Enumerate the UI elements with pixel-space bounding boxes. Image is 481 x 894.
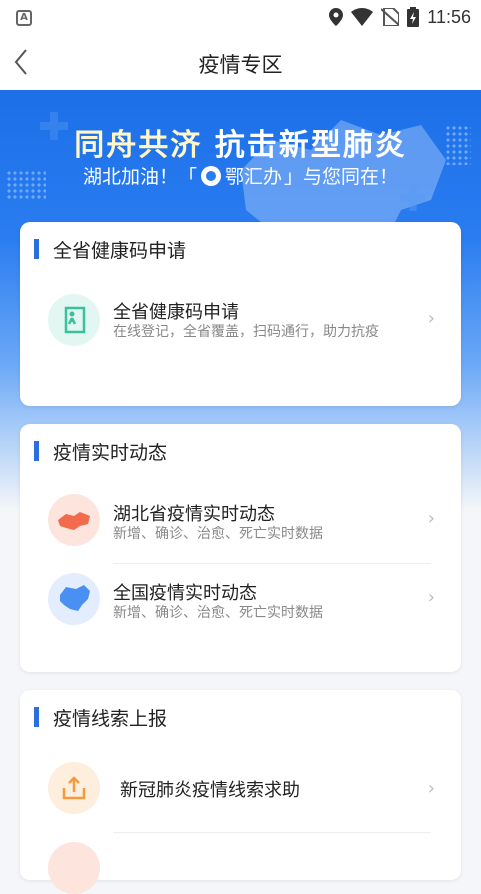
- title-bar: 疫情专区: [0, 34, 481, 90]
- no-sim-icon: [381, 8, 400, 26]
- item-desc: 新增、确诊、治愈、死亡实时数据: [113, 605, 323, 621]
- china-map-icon: [48, 573, 100, 625]
- report-item-partial[interactable]: [20, 842, 461, 894]
- report-item[interactable]: 新冠肺炎疫情线索求助 ›: [20, 762, 461, 818]
- banner-headline: 同舟共济 抗击新型肺炎: [74, 128, 407, 163]
- item-desc: 新增、确诊、治愈、死亡实时数据: [113, 526, 323, 542]
- health-code-item[interactable]: 全省健康码申请 在线登记，全省覆盖，扫码通行，助力抗疫 ›: [20, 294, 461, 374]
- live-updates-card: 疫情实时动态 湖北省疫情实时动态 新增、确诊、治愈、死亡实时数据 › 全国疫情实…: [20, 424, 461, 672]
- item-name: 湖北省疫情实时动态: [113, 504, 275, 525]
- exit-door-icon: [48, 294, 100, 346]
- chevron-right-icon: ›: [427, 508, 435, 529]
- item-desc: 在线登记，全省覆盖，扫码通行，助力抗疫: [113, 324, 379, 340]
- hubei-live-item[interactable]: 湖北省疫情实时动态 新增、确诊、治愈、死亡实时数据 ›: [20, 494, 461, 554]
- wifi-icon: [351, 8, 374, 26]
- report-card: 疫情线索上报 新冠肺炎疫情线索求助 ›: [20, 690, 461, 894]
- page-title: 疫情专区: [198, 53, 283, 77]
- battery-icon: [407, 7, 420, 27]
- status-bar: A 11:56: [0, 0, 481, 34]
- item-name: 全国疫情实时动态: [113, 583, 257, 604]
- section-title: 疫情线索上报: [53, 707, 168, 730]
- upload-icon: [48, 762, 100, 814]
- banner-subtitle: 湖北加油！「 鄂汇办 」与您同在！: [82, 165, 399, 188]
- chevron-right-icon: ›: [427, 587, 435, 608]
- location-icon: [329, 8, 344, 26]
- item-name: 新冠肺炎疫情线索求助: [120, 780, 300, 801]
- notification-icon: A: [16, 10, 32, 26]
- divider: [113, 832, 431, 833]
- section-title: 全省健康码申请: [53, 239, 187, 262]
- section-bar: [34, 239, 39, 259]
- section-bar: [34, 441, 39, 461]
- chevron-right-icon: ›: [427, 778, 435, 799]
- partial-icon: [48, 842, 100, 894]
- health-code-card: 全省健康码申请 全省健康码申请 在线登记，全省覆盖，扫码通行，助力抗疫 ›: [20, 222, 461, 406]
- clock: 11:56: [427, 6, 471, 27]
- chevron-right-icon: ›: [427, 308, 435, 329]
- item-name: 全省健康码申请: [113, 302, 239, 323]
- section-bar: [34, 707, 39, 727]
- ehb-logo-icon: [200, 165, 221, 186]
- divider: [113, 563, 431, 564]
- hubei-map-icon: [48, 494, 100, 546]
- national-live-item[interactable]: 全国疫情实时动态 新增、确诊、治愈、死亡实时数据 ›: [20, 573, 461, 633]
- section-title: 疫情实时动态: [53, 441, 168, 464]
